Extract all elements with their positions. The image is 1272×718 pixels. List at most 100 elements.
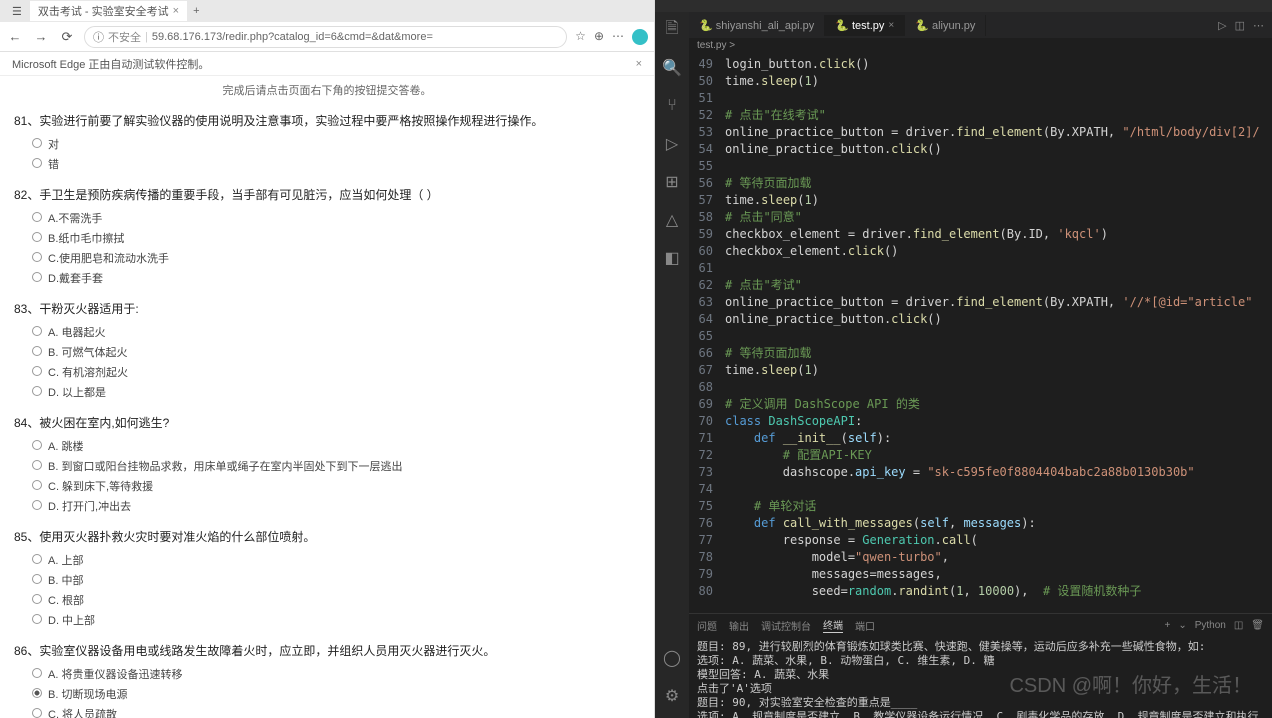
code-line[interactable]: 72 # 配置API-KEY: [689, 447, 1272, 464]
exam-content[interactable]: 81、实验进行前要了解实验仪器的使用说明及注意事项，实验过程中要严格按照操作规程…: [0, 104, 654, 718]
option[interactable]: C. 根部: [32, 592, 640, 608]
close-icon[interactable]: ×: [173, 5, 179, 17]
split-icon[interactable]: ◫: [1234, 620, 1243, 631]
code-line[interactable]: 49login_button.click(): [689, 56, 1272, 73]
radio-icon[interactable]: [32, 480, 42, 490]
radio-icon[interactable]: [32, 326, 42, 336]
option[interactable]: B.纸巾毛巾擦拭: [32, 230, 640, 246]
extensions-icon[interactable]: ⊞: [662, 172, 682, 192]
option[interactable]: A. 上部: [32, 552, 640, 568]
radio-icon[interactable]: [32, 554, 42, 564]
option[interactable]: D. 打开门,冲出去: [32, 498, 640, 514]
translate-icon[interactable]: ⊕: [594, 29, 604, 45]
option[interactable]: A.不需洗手: [32, 210, 640, 226]
code-line[interactable]: 51: [689, 90, 1272, 107]
code-line[interactable]: 61: [689, 260, 1272, 277]
terminal-tab[interactable]: 问题: [697, 618, 717, 633]
option[interactable]: C.使用肥皂和流动水洗手: [32, 250, 640, 266]
tab-button[interactable]: ☰: [4, 3, 30, 20]
option[interactable]: B. 到窗口或阳台挂物品求救，用床单或绳子在室内半固处下到下一层逃出: [32, 458, 640, 474]
radio-icon[interactable]: [32, 614, 42, 624]
code-line[interactable]: 64online_practice_button.click(): [689, 311, 1272, 328]
code-line[interactable]: 75 # 单轮对话: [689, 498, 1272, 515]
terminal-tab[interactable]: 输出: [729, 618, 749, 633]
close-icon[interactable]: ×: [636, 58, 642, 70]
gear-icon[interactable]: ⚙: [662, 686, 682, 706]
code-line[interactable]: 63online_practice_button = driver.find_e…: [689, 294, 1272, 311]
option[interactable]: 对: [32, 136, 640, 152]
account-icon[interactable]: ◯: [662, 648, 682, 668]
radio-icon[interactable]: [32, 158, 42, 168]
radio-icon[interactable]: [32, 500, 42, 510]
new-tab-button[interactable]: +: [187, 3, 205, 19]
code-line[interactable]: 76 def call_with_messages(self, messages…: [689, 515, 1272, 532]
code-line[interactable]: 68: [689, 379, 1272, 396]
radio-icon[interactable]: [32, 574, 42, 584]
code-line[interactable]: 78 model="qwen-turbo",: [689, 549, 1272, 566]
browser-tab[interactable]: 双击考试 - 实验室安全考试 ×: [30, 1, 187, 21]
code-line[interactable]: 70class DashScopeAPI:: [689, 413, 1272, 430]
code-line[interactable]: 57time.sleep(1): [689, 192, 1272, 209]
test-icon[interactable]: △: [662, 210, 682, 230]
code-line[interactable]: 59checkbox_element = driver.find_element…: [689, 226, 1272, 243]
terminal-output[interactable]: 题目: 89, 进行较剧烈的体育锻炼如球类比赛、快速跑、健美操等，运动后应多补充…: [689, 636, 1272, 718]
trash-icon[interactable]: 🗑: [1251, 620, 1264, 631]
editor-tab[interactable]: 🐍 shiyanshi_ali_api.py: [689, 15, 825, 36]
code-line[interactable]: 77 response = Generation.call(: [689, 532, 1272, 549]
option[interactable]: C. 有机溶剂起火: [32, 364, 640, 380]
extensions-icon[interactable]: ⋯: [612, 29, 624, 45]
radio-icon[interactable]: [32, 668, 42, 678]
radio-icon[interactable]: [32, 346, 42, 356]
option[interactable]: A. 电器起火: [32, 324, 640, 340]
reload-button[interactable]: ⟳: [58, 28, 76, 46]
radio-icon[interactable]: [32, 460, 42, 470]
editor-tab[interactable]: 🐍 test.py×: [825, 15, 905, 36]
terminal-tab[interactable]: 调试控制台: [761, 618, 811, 633]
option[interactable]: B. 可燃气体起火: [32, 344, 640, 360]
code-line[interactable]: 56# 等待页面加载: [689, 175, 1272, 192]
option[interactable]: A. 将贵重仪器设备迅速转移: [32, 666, 640, 682]
option[interactable]: D. 中上部: [32, 612, 640, 628]
code-line[interactable]: 73 dashscope.api_key = "sk-c595fe0f88044…: [689, 464, 1272, 481]
option[interactable]: B. 切断现场电源: [32, 686, 640, 702]
radio-icon[interactable]: [32, 212, 42, 222]
option[interactable]: C. 将人员疏散: [32, 706, 640, 718]
radio-icon[interactable]: [32, 708, 42, 718]
code-line[interactable]: 74: [689, 481, 1272, 498]
remote-icon[interactable]: ◧: [662, 248, 682, 268]
chevron-down-icon[interactable]: ⌄: [1178, 620, 1186, 631]
option[interactable]: D.戴套手套: [32, 270, 640, 286]
radio-icon[interactable]: [32, 688, 42, 698]
radio-icon[interactable]: [32, 232, 42, 242]
code-line[interactable]: 65: [689, 328, 1272, 345]
code-line[interactable]: 58# 点击"同意": [689, 209, 1272, 226]
radio-icon[interactable]: [32, 138, 42, 148]
code-line[interactable]: 52# 点击"在线考试": [689, 107, 1272, 124]
source-control-icon[interactable]: ⑂: [662, 96, 682, 116]
code-line[interactable]: 67time.sleep(1): [689, 362, 1272, 379]
run-icon[interactable]: ▷: [1218, 19, 1226, 32]
option[interactable]: D. 以上都是: [32, 384, 640, 400]
avatar-icon[interactable]: [632, 29, 648, 45]
code-line[interactable]: 50time.sleep(1): [689, 73, 1272, 90]
radio-icon[interactable]: [32, 366, 42, 376]
breadcrumb[interactable]: test.py >: [689, 38, 1272, 56]
code-line[interactable]: 54online_practice_button.click(): [689, 141, 1272, 158]
option[interactable]: B. 中部: [32, 572, 640, 588]
code-line[interactable]: 53online_practice_button = driver.find_e…: [689, 124, 1272, 141]
url-input[interactable]: ⓘ 不安全 | 59.68.176.173/redir.php?catalog_…: [84, 26, 567, 48]
more-icon[interactable]: ⋯: [1253, 19, 1264, 32]
plus-icon[interactable]: +: [1164, 620, 1170, 631]
terminal-tab[interactable]: 端口: [855, 618, 875, 633]
editor-tab[interactable]: 🐍 aliyun.py: [905, 15, 986, 36]
star-icon[interactable]: ☆: [575, 29, 586, 45]
code-line[interactable]: 60checkbox_element.click(): [689, 243, 1272, 260]
files-icon[interactable]: 🗎: [662, 20, 682, 40]
code-line[interactable]: 55: [689, 158, 1272, 175]
close-icon[interactable]: ×: [888, 20, 894, 31]
radio-icon[interactable]: [32, 386, 42, 396]
option[interactable]: 错: [32, 156, 640, 172]
radio-icon[interactable]: [32, 252, 42, 262]
code-line[interactable]: 80 seed=random.randint(1, 10000), # 设置随机…: [689, 583, 1272, 600]
option[interactable]: C. 躲到床下,等待救援: [32, 478, 640, 494]
